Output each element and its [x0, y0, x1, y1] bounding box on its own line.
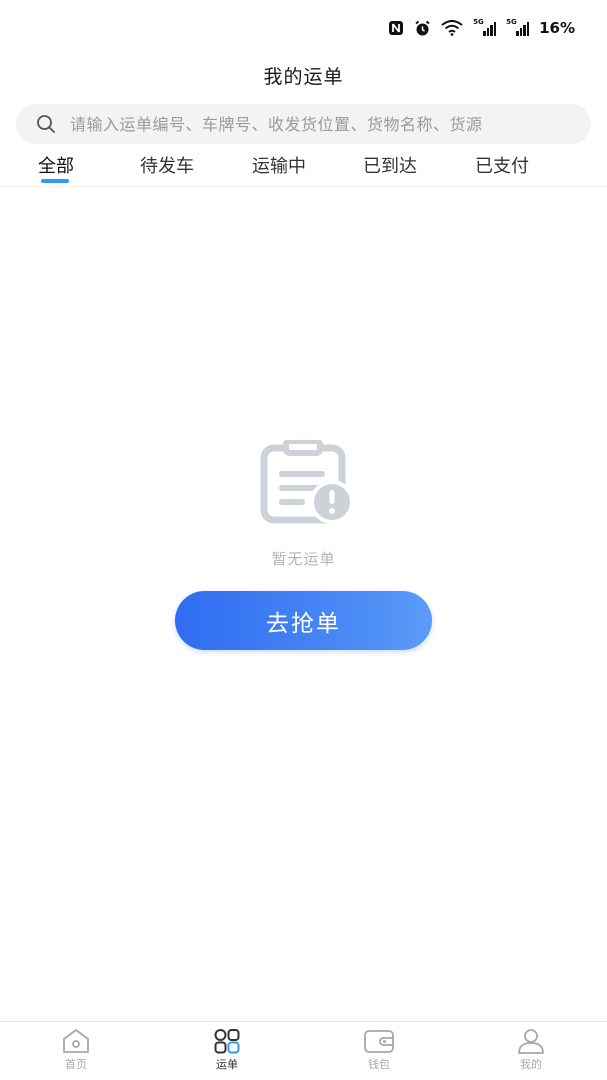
- nav-label-waybill: 运单: [216, 1058, 238, 1071]
- tab-arrived[interactable]: 已到达: [345, 152, 435, 178]
- tab-paid[interactable]: 已支付: [457, 152, 547, 178]
- nav-item-profile[interactable]: 我的: [491, 1028, 571, 1076]
- nav-label-home: 首页: [65, 1058, 87, 1071]
- nav-item-home[interactable]: 首页: [36, 1028, 116, 1076]
- clipboard-warning-icon: [260, 438, 356, 524]
- wallet-icon: [364, 1030, 394, 1053]
- alarm-icon: [414, 20, 431, 37]
- tab-all[interactable]: 全部: [11, 152, 101, 178]
- wifi-icon: [441, 20, 463, 36]
- signal-tag: 5G: [506, 18, 517, 26]
- nav-item-waybill[interactable]: 运单: [187, 1028, 267, 1076]
- search-bar[interactable]: [16, 104, 591, 144]
- profile-icon: [518, 1029, 544, 1054]
- signal-icon-2: 5G: [506, 18, 530, 36]
- tab-in-transit[interactable]: 运输中: [234, 152, 324, 178]
- page-title: 我的运单: [263, 66, 344, 88]
- empty-state-text: 暂无运单: [271, 550, 336, 568]
- bottom-nav: 首页 运单 钱包 我的: [0, 1021, 607, 1080]
- nav-label-profile: 我的: [520, 1058, 542, 1071]
- search-icon: [37, 115, 55, 133]
- battery-level: 16%: [539, 19, 575, 37]
- waybill-grid-icon: [214, 1029, 240, 1054]
- signal-tag: 5G: [473, 18, 484, 26]
- nfc-icon: [388, 20, 404, 36]
- nav-label-wallet: 钱包: [368, 1058, 390, 1071]
- home-icon: [63, 1029, 89, 1053]
- nav-item-wallet[interactable]: 钱包: [339, 1028, 419, 1076]
- status-bar: 5G 5G 16%: [0, 0, 607, 56]
- search-input[interactable]: [68, 113, 591, 135]
- tab-active-indicator: [41, 179, 69, 183]
- waybill-status-tabs: 全部 待发车 运输中 已到达 已支付: [0, 150, 607, 187]
- signal-icon-1: 5G: [473, 18, 497, 36]
- grab-order-button[interactable]: 去抢单: [175, 591, 432, 650]
- tab-pending-departure[interactable]: 待发车: [122, 152, 212, 178]
